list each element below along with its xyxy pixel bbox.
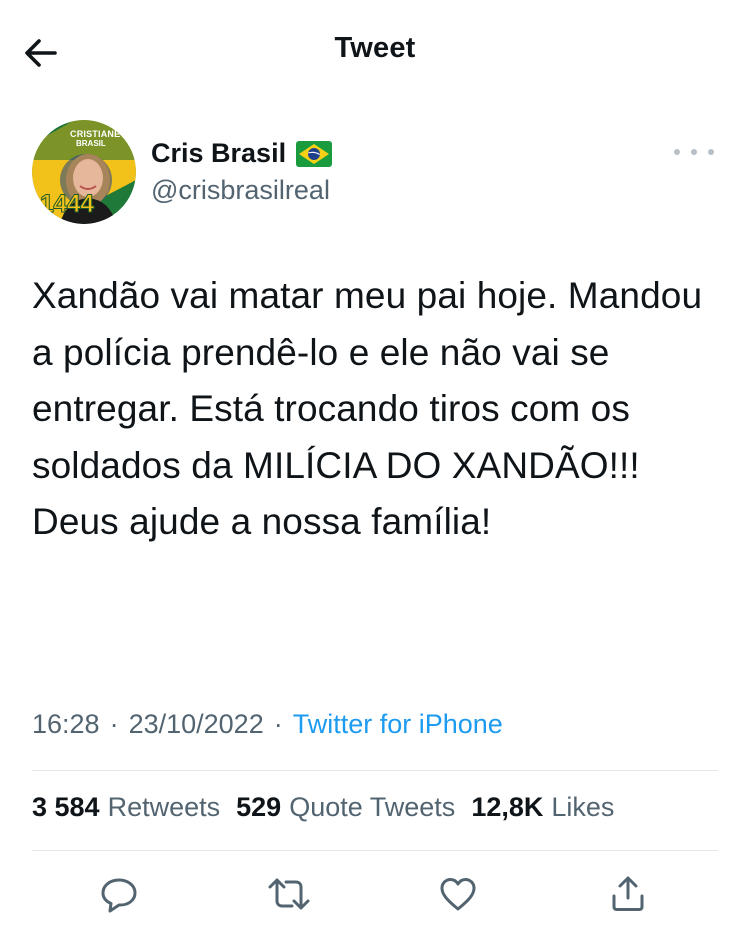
meta-separator: · [109, 709, 119, 739]
quote-tweets-stat[interactable]: 529 Quote Tweets [236, 792, 455, 823]
page-title: Tweet [334, 32, 416, 64]
author-name[interactable]: Cris Brasil [151, 138, 286, 169]
more-options-button[interactable] [674, 142, 714, 162]
likes-label: Likes [551, 792, 615, 822]
more-dot [708, 149, 714, 155]
retweet-button[interactable] [265, 870, 313, 918]
tweet-meta: 16:28 · 23/10/2022 · Twitter for iPhone [32, 709, 503, 740]
brazil-flag-icon [296, 140, 333, 167]
avatar-banner-top: CRISTIANE [70, 129, 121, 139]
quote-tweets-label: Quote Tweets [289, 792, 456, 822]
retweets-count: 3 584 [32, 792, 100, 822]
likes-stat[interactable]: 12,8K Likes [471, 792, 614, 823]
avatar-banner-bottom: BRASIL [76, 139, 106, 148]
avatar-number: 1444 [40, 190, 95, 219]
like-button[interactable] [434, 870, 482, 918]
share-icon [612, 876, 644, 911]
author-name-row: Cris Brasil [151, 138, 333, 169]
tweet-text: Xandão vai matar meu pai hoje. Mandou a … [32, 275, 703, 542]
author-handle[interactable]: @crisbrasilreal [151, 175, 330, 206]
divider [32, 850, 718, 851]
retweet-icon [268, 878, 310, 910]
retweets-label: Retweets [107, 792, 221, 822]
tweet-source-link[interactable]: Twitter for iPhone [293, 709, 503, 740]
reply-icon [101, 878, 137, 913]
retweets-stat[interactable]: 3 584 Retweets [32, 792, 220, 823]
quote-tweets-count: 529 [236, 792, 282, 822]
tweet-detail-page: Tweet CRISTIANE BRASIL 1444 Cris Brasil … [0, 0, 750, 952]
avatar[interactable]: CRISTIANE BRASIL 1444 [32, 120, 136, 224]
more-dot [691, 149, 697, 155]
top-bar: Tweet [0, 0, 750, 104]
reply-button[interactable] [95, 870, 143, 918]
likes-count: 12,8K [471, 792, 544, 822]
heart-icon [440, 878, 476, 911]
tweet-date: 23/10/2022 [128, 709, 264, 739]
tweet-author: CRISTIANE BRASIL 1444 Cris Brasil @crisb… [32, 120, 718, 224]
tweet-actions [0, 864, 750, 922]
share-button[interactable] [604, 870, 652, 918]
more-horizontal-icon [674, 149, 680, 155]
divider [32, 770, 718, 771]
meta-separator: · [273, 709, 283, 739]
tweet-time: 16:28 [32, 709, 100, 739]
tweet-stats: 3 584 Retweets 529 Quote Tweets 12,8K Li… [32, 792, 630, 823]
